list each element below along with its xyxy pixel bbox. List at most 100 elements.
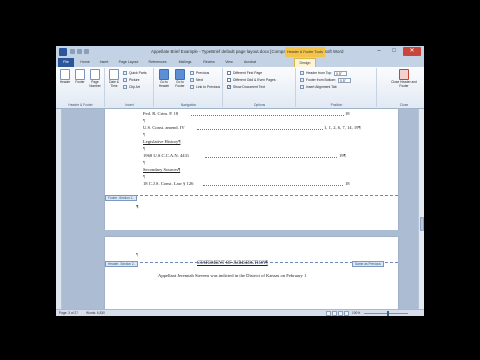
go-to-header-button[interactable]: Go to Header bbox=[157, 69, 171, 98]
show-document-text-label: Show Document Text bbox=[233, 85, 265, 89]
dot-leader bbox=[191, 115, 344, 116]
zoom-level[interactable]: 100% bbox=[352, 311, 360, 315]
undo-icon[interactable] bbox=[77, 49, 82, 54]
page-number-button-label: Page Number bbox=[89, 80, 101, 88]
previous-button[interactable]: Previous bbox=[190, 70, 209, 76]
tab-mailings[interactable]: Mailings bbox=[173, 58, 197, 67]
tab-home[interactable]: Home bbox=[77, 58, 93, 67]
full-screen-view-icon[interactable] bbox=[332, 311, 337, 316]
show-document-text-checkbox[interactable]: ✓ Show Document Text bbox=[227, 84, 265, 90]
group-label: Navigation bbox=[180, 103, 197, 107]
header-position-icon bbox=[300, 71, 304, 76]
insert-alignment-tab-button[interactable]: Insert Alignment Tab bbox=[300, 84, 337, 90]
date-time-label: Date & Time bbox=[109, 80, 119, 88]
previous-label: Previous bbox=[196, 71, 210, 75]
go-to-footer-button[interactable]: Go to Footer bbox=[173, 69, 187, 98]
tab-view[interactable]: View bbox=[221, 58, 237, 67]
go-to-header-icon bbox=[159, 69, 169, 80]
statement-of-jurisdiction-heading: STATEMENT OF JURISDICTION¶ bbox=[197, 261, 268, 266]
clip-art-button[interactable]: Clip Art bbox=[123, 84, 140, 90]
next-button[interactable]: Next bbox=[190, 77, 203, 83]
tab-acrobat[interactable]: Acrobat bbox=[239, 58, 261, 67]
footer-from-bottom-label: Footer from Bottom: bbox=[306, 78, 337, 82]
toa-entry-secondary: 18 C.J.S. Const. Law § 126 bbox=[143, 181, 194, 186]
close-button[interactable]: ✕ bbox=[403, 47, 421, 56]
clip-art-label: Clip Art bbox=[129, 85, 140, 89]
document-area[interactable]: Fed. R. Crim. P. 18 18 ¶ U.S. Const. ame… bbox=[56, 109, 418, 309]
web-layout-view-icon[interactable] bbox=[338, 311, 343, 316]
group-label: Insert bbox=[125, 103, 134, 107]
paragraph-mark: ¶ bbox=[143, 146, 146, 151]
zoom-slider-knob[interactable] bbox=[387, 311, 389, 316]
tab-review[interactable]: Review bbox=[199, 58, 219, 67]
page-count[interactable]: Page: 3 of 27 bbox=[59, 311, 78, 315]
tab-insert[interactable]: Insert bbox=[95, 58, 113, 67]
different-odd-even-checkbox[interactable]: Different Odd & Even Pages bbox=[227, 77, 276, 83]
go-to-footer-icon bbox=[175, 69, 185, 80]
link-to-previous-button[interactable]: Link to Previous bbox=[190, 84, 220, 90]
alignment-tab-icon bbox=[300, 85, 304, 90]
page-2[interactable]: ¶ Header -Section 2- Same as Previous ST… bbox=[105, 237, 398, 309]
ribbon: Header Footer Page Number Header & Foote… bbox=[56, 67, 424, 109]
tab-file[interactable]: File bbox=[58, 58, 74, 67]
header-button[interactable]: Header bbox=[58, 69, 72, 98]
header-from-top-input[interactable]: 0.5" bbox=[334, 70, 348, 76]
quick-parts-icon bbox=[123, 71, 127, 76]
vertical-scrollbar[interactable] bbox=[418, 109, 424, 309]
page-number-button[interactable]: Page Number bbox=[88, 69, 102, 98]
outline-view-icon[interactable] bbox=[344, 311, 349, 316]
title-bar: Appellate Brief Example - TypeBrief defa… bbox=[56, 46, 424, 58]
date-time-button[interactable]: Date & Time bbox=[107, 69, 121, 98]
print-layout-view-icon[interactable] bbox=[326, 311, 331, 316]
group-insert: Date & Time Quick Parts Picture Clip Art… bbox=[106, 68, 154, 107]
toa-page-numbers: 1, 1, 2, 6, 7, 14, 19¶ bbox=[324, 125, 361, 130]
minimize-button[interactable]: – bbox=[372, 47, 386, 56]
different-first-page-checkbox[interactable]: Different First Page bbox=[227, 70, 262, 76]
close-header-footer-button[interactable]: Close Header and Footer bbox=[391, 69, 417, 98]
paragraph-mark: ¶ bbox=[143, 174, 146, 179]
body-paragraph: Appellant Jeremiah Stevens was indicted … bbox=[158, 273, 307, 278]
picture-button[interactable]: Picture bbox=[123, 77, 140, 83]
vertical-ruler bbox=[56, 109, 62, 309]
status-bar: Page: 3 of 27 Words: 6,830 100% bbox=[56, 309, 424, 316]
ribbon-tabs: File Home Insert Page Layout References … bbox=[56, 58, 424, 67]
next-label: Next bbox=[196, 78, 203, 82]
tab-page-layout[interactable]: Page Layout bbox=[115, 58, 142, 67]
picture-icon bbox=[123, 78, 127, 83]
insert-alignment-tab-label: Insert Alignment Tab bbox=[306, 85, 337, 89]
previous-icon bbox=[190, 71, 194, 76]
footer-section-1-tag: Footer -Section 1- bbox=[105, 195, 137, 201]
close-header-footer-icon bbox=[399, 69, 409, 80]
header-icon bbox=[60, 69, 70, 80]
dot-leader bbox=[203, 185, 343, 186]
clip-art-icon bbox=[123, 85, 127, 90]
header-section-2-tag: Header -Section 2- bbox=[105, 261, 138, 267]
footer-button[interactable]: Footer bbox=[73, 69, 87, 98]
paragraph-mark: ¶ bbox=[143, 132, 146, 137]
group-header-footer: Header Footer Page Number Header & Foote… bbox=[57, 68, 105, 107]
scrollbar-thumb[interactable] bbox=[420, 217, 424, 231]
checkbox-unchecked-icon bbox=[227, 78, 231, 83]
quick-parts-button[interactable]: Quick Parts bbox=[123, 70, 147, 76]
page-number-icon bbox=[90, 69, 100, 80]
picture-label: Picture bbox=[129, 78, 140, 82]
page-1[interactable]: Fed. R. Crim. P. 18 18 ¶ U.S. Const. ame… bbox=[105, 109, 398, 230]
maximize-button[interactable]: □ bbox=[387, 47, 401, 56]
toa-entry-legislative: 1968 U.S.C.C.A.N. 4431 bbox=[143, 153, 190, 158]
group-label: Options bbox=[253, 103, 266, 107]
close-header-footer-label: Close Header and Footer bbox=[391, 80, 417, 88]
save-icon[interactable] bbox=[70, 49, 75, 54]
word-app-icon[interactable] bbox=[59, 48, 67, 56]
redo-icon[interactable] bbox=[84, 49, 89, 54]
header-from-top-label: Header from Top: bbox=[306, 71, 333, 75]
tab-design[interactable]: Design bbox=[294, 58, 316, 67]
calendar-icon bbox=[109, 69, 119, 80]
group-position: Header from Top: 0.5" Footer from Bottom:… bbox=[297, 68, 377, 107]
group-label: Close bbox=[399, 103, 409, 107]
footer-from-bottom-input[interactable]: 0.5" bbox=[338, 77, 352, 83]
different-odd-even-label: Different Odd & Even Pages bbox=[233, 78, 276, 82]
tab-references[interactable]: References bbox=[144, 58, 171, 67]
zoom-slider-track[interactable] bbox=[364, 313, 408, 314]
header-paragraph-mark: ¶ bbox=[136, 252, 139, 257]
word-count[interactable]: Words: 6,830 bbox=[86, 311, 105, 315]
